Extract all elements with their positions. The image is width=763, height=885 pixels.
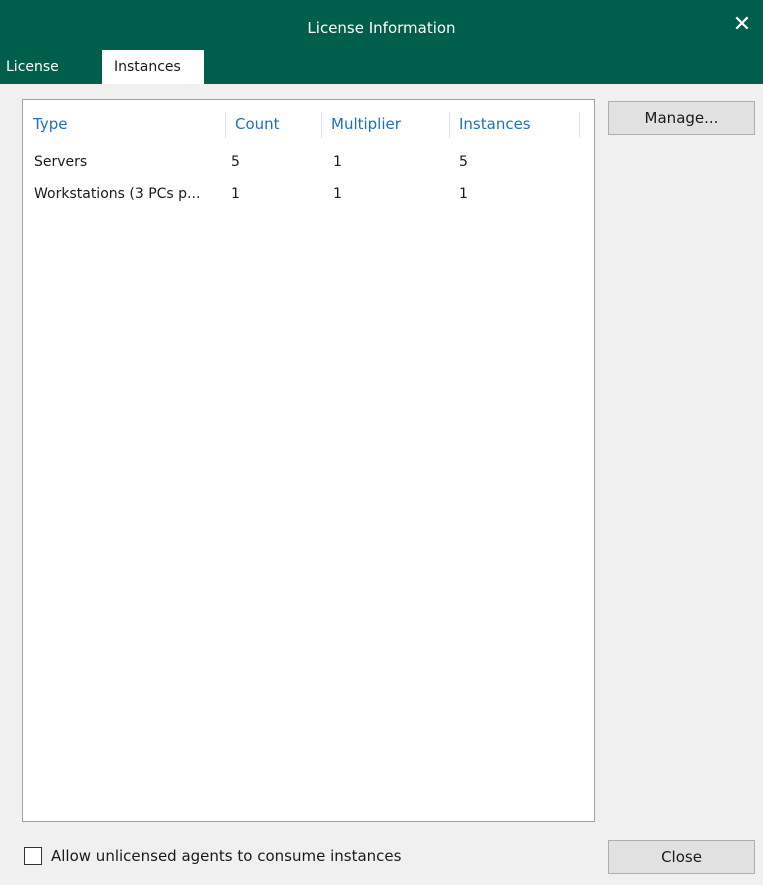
cell-type: Workstations (3 PCs p... (34, 186, 201, 202)
tab-instances[interactable]: Instances (102, 50, 204, 84)
column-header-type[interactable]: Type (23, 110, 225, 138)
cell-multiplier: 1 (333, 186, 342, 202)
close-button[interactable]: Close (608, 840, 755, 874)
cell-type: Servers (34, 154, 88, 170)
column-header-count[interactable]: Count (225, 110, 321, 138)
close-icon[interactable]: ✕ (729, 12, 755, 38)
table-row[interactable]: Workstations (3 PCs p... 1 1 1 (23, 182, 594, 206)
cell-multiplier: 1 (333, 154, 342, 170)
tab-license[interactable]: License (0, 50, 100, 84)
cell-instances: 5 (459, 154, 468, 170)
table-row[interactable]: Servers 5 1 5 (23, 150, 594, 174)
instances-list[interactable]: Type Count Multiplier Instances Servers … (22, 99, 595, 822)
list-header: Type Count Multiplier Instances (23, 110, 594, 138)
manage-button[interactable]: Manage... (608, 101, 755, 135)
window-title: License Information (307, 19, 456, 37)
cell-count: 1 (231, 186, 240, 202)
column-header-instances[interactable]: Instances (449, 110, 579, 138)
column-separator[interactable] (579, 112, 580, 138)
cell-count: 5 (231, 154, 240, 170)
allow-unlicensed-checkbox[interactable] (24, 847, 42, 865)
allow-unlicensed-label[interactable]: Allow unlicensed agents to consume insta… (51, 846, 401, 866)
column-header-multiplier[interactable]: Multiplier (321, 110, 449, 138)
cell-instances: 1 (459, 186, 468, 202)
